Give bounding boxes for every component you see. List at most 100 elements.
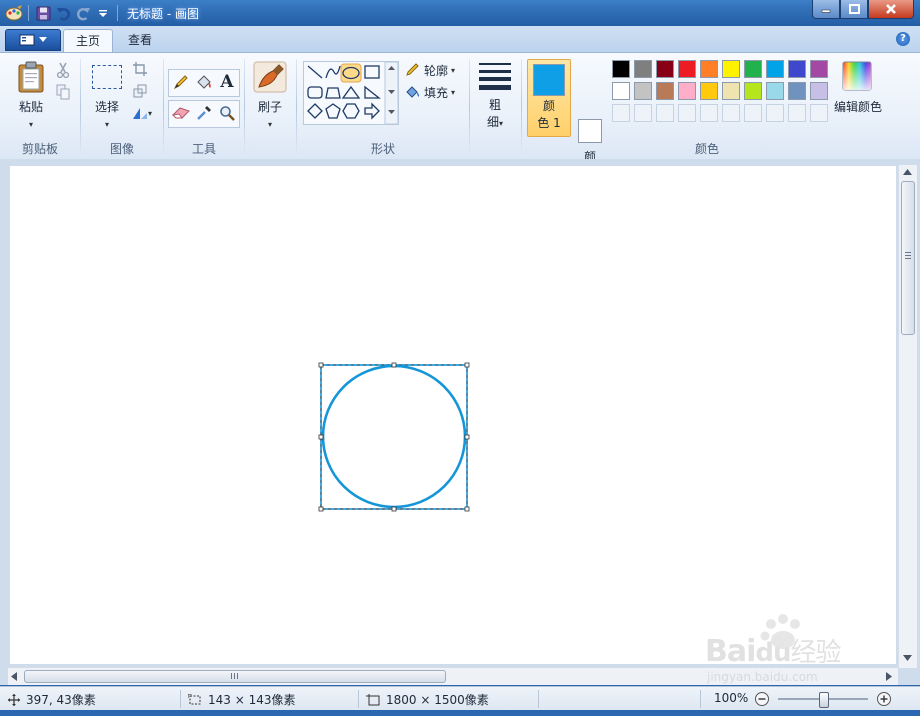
customize-qat-icon[interactable]	[93, 3, 113, 23]
brushes-dropdown-icon[interactable]: ▾	[249, 117, 291, 133]
paste-button[interactable]: 粘贴 ▾	[12, 59, 50, 131]
undo-icon[interactable]	[53, 3, 73, 23]
crop-icon[interactable]	[129, 58, 151, 80]
paint-app-icon[interactable]	[4, 3, 24, 23]
paste-label: 粘贴	[18, 100, 43, 114]
palette-swatch[interactable]	[810, 60, 828, 78]
resize-icon[interactable]	[129, 80, 151, 102]
color2-swatch	[578, 119, 602, 143]
palette-swatch[interactable]	[678, 82, 696, 100]
palette-swatch-empty[interactable]	[788, 104, 806, 122]
brushes-button[interactable]: 刷子 ▾	[249, 59, 291, 131]
size-button[interactable]: 粗 细▾	[474, 59, 516, 133]
window-bottom-border	[0, 710, 920, 716]
palette-swatch-empty[interactable]	[810, 104, 828, 122]
rotate-button[interactable]: ▾	[127, 102, 157, 124]
title-bar: 无标题 - 画图	[0, 0, 920, 26]
selection-rect-icon	[92, 65, 122, 89]
scroll-left-icon	[11, 672, 17, 681]
vertical-scrollbar[interactable]	[898, 165, 917, 668]
color1-label-line1: 颜	[542, 99, 555, 113]
vertical-scroll-thumb[interactable]	[901, 181, 915, 335]
help-icon[interactable]: ?	[896, 32, 910, 46]
line-shape-icon	[307, 65, 323, 79]
save-icon[interactable]	[33, 3, 53, 23]
minimize-button[interactable]	[812, 0, 840, 19]
palette-swatch[interactable]	[678, 60, 696, 78]
zoom-slider[interactable]	[778, 692, 868, 708]
text-tool-icon[interactable]: A	[216, 71, 238, 93]
status-separator	[358, 690, 359, 708]
watermark-brand: Baidu经验	[705, 632, 842, 669]
status-separator	[700, 690, 701, 708]
palette-swatch[interactable]	[788, 82, 806, 100]
palette-swatch[interactable]	[612, 60, 630, 78]
palette-swatch[interactable]	[766, 82, 784, 100]
outline-pencil-icon	[406, 63, 419, 76]
cut-icon[interactable]	[52, 59, 74, 81]
pencil-icon[interactable]	[170, 71, 192, 93]
palette-swatch[interactable]	[634, 60, 652, 78]
zoom-in-button[interactable]	[876, 691, 892, 707]
palette-swatch[interactable]	[656, 60, 674, 78]
fill-bucket-icon[interactable]	[193, 71, 215, 93]
color1-button[interactable]: 颜 色 1	[527, 59, 571, 137]
palette-swatch-empty[interactable]	[656, 104, 674, 122]
palette-swatch[interactable]	[612, 82, 630, 100]
paste-dropdown-icon[interactable]: ▾	[12, 117, 50, 133]
canvas-drawing	[318, 362, 470, 512]
palette-swatch-empty[interactable]	[744, 104, 762, 122]
qat-separator	[117, 5, 118, 21]
color-picker-icon[interactable]	[193, 102, 215, 124]
menu-icon	[19, 34, 35, 46]
zoom-out-button[interactable]	[754, 691, 770, 707]
palette-swatch[interactable]	[722, 82, 740, 100]
handle-top-right	[464, 362, 470, 368]
zoom-slider-thumb[interactable]	[819, 692, 829, 708]
shapes-gallery	[303, 61, 399, 125]
palette-swatch-empty[interactable]	[700, 104, 718, 122]
arrow-shape-icon	[364, 102, 380, 120]
fill-dropdown-icon: ▾	[451, 87, 456, 97]
drawing-canvas[interactable]	[10, 166, 896, 664]
copy-icon[interactable]	[52, 81, 74, 103]
redo-icon[interactable]	[73, 3, 93, 23]
palette-swatch[interactable]	[700, 82, 718, 100]
palette-swatch-empty[interactable]	[612, 104, 630, 122]
close-button[interactable]	[868, 0, 914, 19]
fill-button[interactable]: 填充 ▾	[405, 83, 455, 101]
magnifier-icon[interactable]	[216, 102, 238, 124]
palette-swatch[interactable]	[656, 82, 674, 100]
palette-swatch[interactable]	[634, 82, 652, 100]
palette-swatch[interactable]	[810, 82, 828, 100]
shapes-group: 轮廓 ▾ 填充 ▾ 形状	[297, 53, 469, 159]
palette-swatch-empty[interactable]	[766, 104, 784, 122]
size-label-line2: 细▾	[474, 113, 516, 130]
baidu-jingyan-watermark: Baidu经验 jingyan.baidu.com	[705, 610, 875, 690]
outline-button[interactable]: 轮廓 ▾	[405, 61, 455, 79]
paint-menu-button[interactable]	[5, 29, 61, 51]
palette-swatch[interactable]	[744, 60, 762, 78]
right-triangle-shape-icon	[364, 85, 381, 99]
palette-swatch-empty[interactable]	[722, 104, 740, 122]
shapes-group-label: 形状	[370, 142, 395, 156]
palette-swatch[interactable]	[766, 60, 784, 78]
handle-bottom-right	[464, 506, 470, 512]
tab-view[interactable]: 查看	[116, 29, 164, 52]
select-dropdown-icon[interactable]: ▾	[87, 117, 127, 133]
image-group: 选择 ▾ ▾ 图像	[81, 53, 163, 159]
horizontal-scroll-thumb[interactable]	[24, 670, 446, 683]
palette-swatch[interactable]	[700, 60, 718, 78]
select-button[interactable]: 选择 ▾	[87, 59, 127, 131]
palette-swatch-empty[interactable]	[634, 104, 652, 122]
edit-colors-button[interactable]: 编辑颜色	[833, 59, 883, 131]
watermark-brand2-text: du	[755, 638, 791, 668]
eraser-icon[interactable]	[170, 102, 192, 124]
tab-home[interactable]: 主页	[63, 29, 113, 53]
palette-swatch[interactable]	[744, 82, 762, 100]
maximize-button[interactable]	[840, 0, 868, 19]
hexagon-shape-icon	[342, 103, 360, 119]
palette-swatch[interactable]	[788, 60, 806, 78]
palette-swatch-empty[interactable]	[678, 104, 696, 122]
palette-swatch[interactable]	[722, 60, 740, 78]
